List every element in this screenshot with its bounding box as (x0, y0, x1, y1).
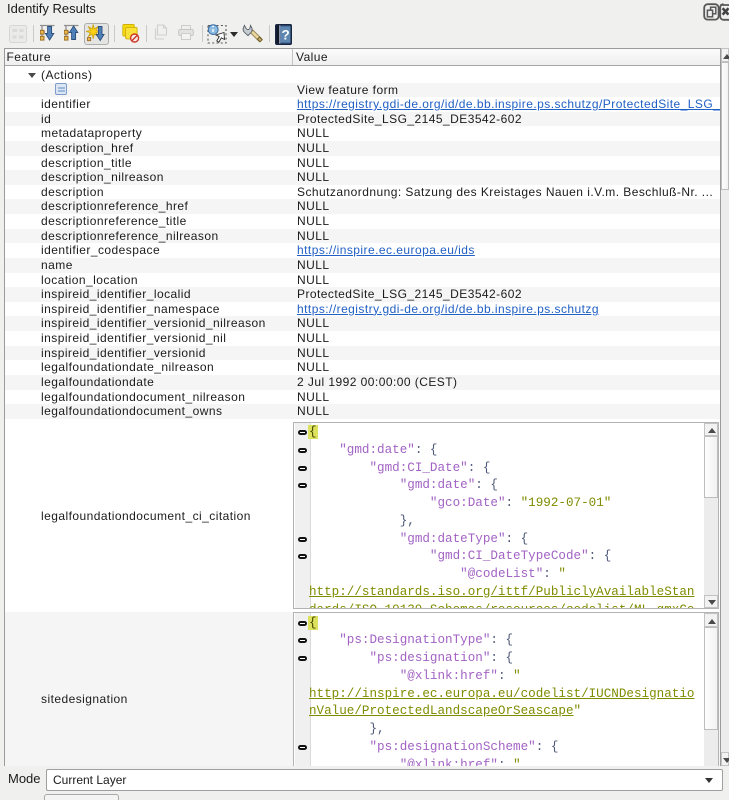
svg-text:?: ? (281, 27, 289, 42)
